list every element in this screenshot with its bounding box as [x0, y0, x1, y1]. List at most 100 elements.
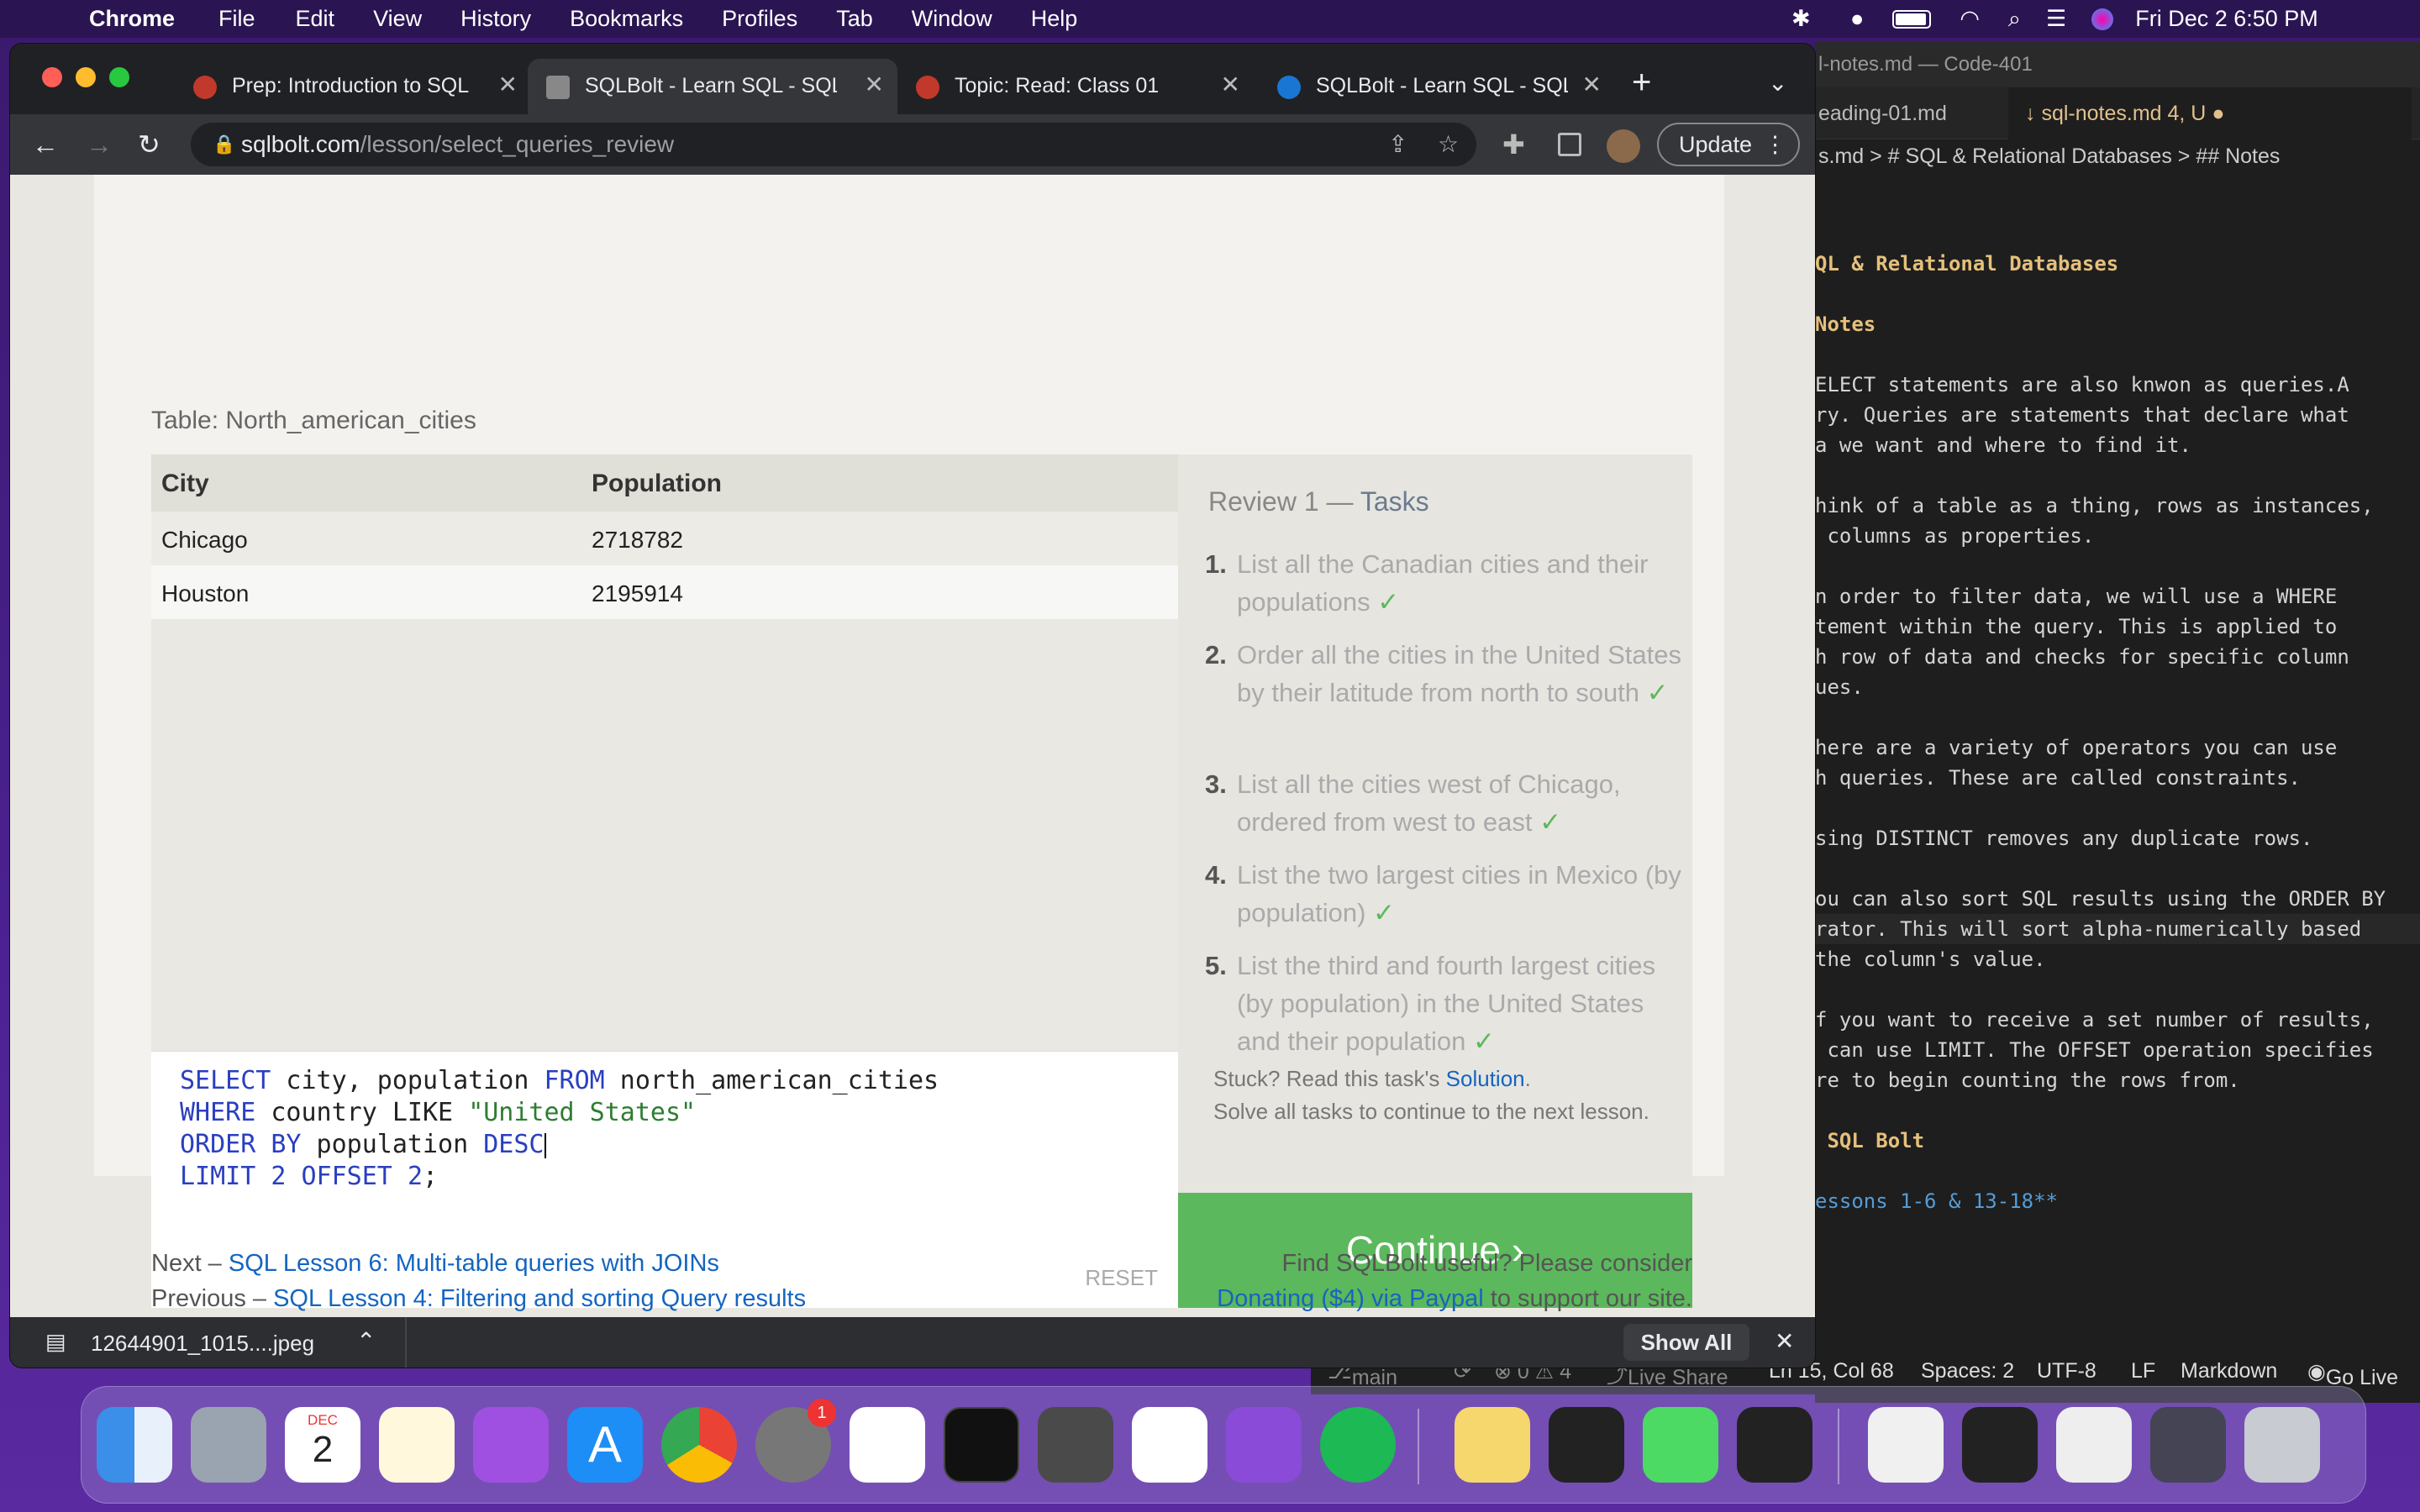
menu-help[interactable]: Help [1031, 6, 1078, 32]
status-go-live[interactable]: ◉ Go Live [2307, 1359, 2398, 1389]
back-icon[interactable]: ← [32, 128, 59, 161]
menu-bookmarks[interactable]: Bookmarks [570, 6, 683, 32]
task-number: 2. [1205, 640, 1227, 669]
menu-clock[interactable]: Fri Dec 2 6:50 PM [2135, 6, 2318, 32]
terminal-icon[interactable] [1549, 1407, 1624, 1483]
iterm-icon[interactable] [944, 1407, 1019, 1483]
extensions-icon[interactable]: ✚ [1502, 128, 1525, 161]
task-text: List the third and fourth largest cities… [1237, 951, 1655, 1056]
solution-link[interactable]: Solution [1446, 1066, 1525, 1091]
recent-window-icon[interactable] [1962, 1407, 2038, 1483]
sublime-text-icon[interactable] [1038, 1407, 1113, 1483]
vscode-tab-sql-notes[interactable]: ↓ sql-notes.md 4, U ● [2008, 87, 2412, 139]
system-settings-icon[interactable]: 1 [755, 1399, 836, 1483]
vscode-tab-reading[interactable]: eading-01.md [1815, 87, 1991, 139]
vscode-code-line: h row of data and checks for specific co… [1815, 645, 2349, 669]
download-bar: ▤ 12644901_1015....jpeg ⌃ Show All ✕ [10, 1317, 1815, 1368]
vscode-code-line: can use LIMIT. The OFFSET operation spec… [1815, 1038, 2374, 1062]
recent-window-icon[interactable] [2056, 1407, 2132, 1483]
close-download-bar-icon[interactable]: ✕ [1775, 1327, 1794, 1355]
menu-tab[interactable]: Tab [836, 6, 873, 32]
bookmark-star-icon[interactable]: ☆ [1438, 123, 1459, 166]
address-bar[interactable]: 🔒 sqlbolt.com/lesson/select_queries_revi… [191, 123, 1476, 166]
calendar-icon[interactable]: DEC 2 [285, 1407, 360, 1483]
search-icon[interactable]: ⌕ [2008, 6, 2021, 33]
task-number: 1. [1205, 549, 1227, 579]
recent-window-icon[interactable] [2150, 1407, 2226, 1483]
bluetooth-icon[interactable]: ✱ [1791, 6, 1825, 32]
minimize-window-button[interactable] [76, 67, 96, 87]
chrome-icon[interactable] [661, 1407, 737, 1483]
trash-icon[interactable] [2244, 1407, 2320, 1483]
tab-search-icon[interactable]: ⌄ [1768, 69, 1787, 97]
donate-link[interactable]: Donating ($4) via Paypal [1217, 1285, 1484, 1312]
menu-profiles[interactable]: Profiles [722, 6, 797, 32]
obs-icon[interactable] [1737, 1407, 1812, 1483]
sql-text: country LIKE [255, 1098, 469, 1127]
vscode-editor[interactable]: QL & Relational Databases Notes ELECT stat… [1815, 249, 2420, 1216]
stickies-icon[interactable] [1455, 1407, 1530, 1483]
status-spaces[interactable]: Spaces: 2 [1921, 1359, 2014, 1383]
status-eol[interactable]: LF [2131, 1359, 2155, 1383]
tab-sqlbolt-active[interactable]: SQLBolt - Learn SQL - SQL ✕ [528, 59, 897, 114]
launchpad-icon[interactable] [191, 1407, 266, 1483]
podcasts-icon[interactable] [473, 1407, 549, 1483]
next-lesson-link[interactable]: SQL Lesson 6: Multi-table queries with J… [229, 1250, 719, 1277]
finder-icon[interactable] [97, 1407, 172, 1483]
forward-icon[interactable]: → [86, 128, 113, 161]
update-label: Update [1679, 132, 1753, 157]
control-center-icon[interactable]: ☰ [2046, 6, 2066, 32]
notes-icon[interactable] [379, 1407, 455, 1483]
chevron-up-icon[interactable]: ⌃ [356, 1327, 376, 1355]
tab-sqlbolt-2[interactable]: SQLBolt - Learn SQL - SQL ✕ [1259, 59, 1615, 114]
close-tab-icon[interactable]: ✕ [498, 71, 518, 98]
csv-file-icon[interactable] [1868, 1407, 1944, 1483]
status-encoding[interactable]: UTF-8 [2037, 1359, 2096, 1383]
review-tasks-panel: Review 1 — Tasks 1. List all the Canadian… [1178, 454, 1692, 1194]
download-file-name[interactable]: 12644901_1015....jpeg [91, 1331, 314, 1357]
menu-app-name[interactable]: Chrome [89, 6, 175, 32]
previous-lesson-link[interactable]: SQL Lesson 4: Filtering and sorting Quer… [273, 1285, 806, 1312]
slack-icon[interactable] [850, 1407, 925, 1483]
reset-button[interactable]: RESET [1085, 1265, 1158, 1291]
app-store-icon[interactable]: A [567, 1407, 643, 1483]
page-content: Table: North_american_cities City Popula… [10, 175, 1815, 1317]
menu-window[interactable]: Window [912, 6, 992, 32]
user-icon[interactable]: ● [1850, 6, 1864, 32]
wifi-icon[interactable]: ◠ [1960, 6, 1980, 32]
zoom-window-button[interactable] [109, 67, 129, 87]
vscode-code-line: hink of a table as a thing, rows as inst… [1815, 494, 2374, 517]
menu-file[interactable]: File [218, 6, 255, 32]
tab-topic-read-class[interactable]: Topic: Read: Class 01 ✕ [897, 59, 1254, 114]
new-tab-button[interactable]: + [1632, 64, 1651, 102]
results-table: City Population Chicago 2718782 Houston … [151, 454, 1178, 1051]
vscode-code-line [1815, 853, 2420, 884]
siri-icon[interactable] [2091, 8, 2114, 30]
spotify-icon[interactable] [1320, 1407, 1396, 1483]
close-tab-icon[interactable]: ✕ [1582, 71, 1602, 98]
menu-history[interactable]: History [460, 6, 531, 32]
profile-avatar[interactable] [1607, 129, 1640, 163]
close-tab-icon[interactable]: ✕ [865, 71, 884, 98]
update-button[interactable]: Update ⋮ [1657, 123, 1800, 166]
status-language[interactable]: Markdown [2181, 1359, 2277, 1383]
vscode-code-line: the column's value. [1815, 948, 2046, 971]
show-all-button[interactable]: Show All [1623, 1324, 1749, 1361]
messages-icon[interactable] [1643, 1407, 1718, 1483]
close-tab-icon[interactable]: ✕ [1221, 71, 1240, 98]
tab-prep-intro-sql[interactable]: Prep: Introduction to SQL ✕ [175, 59, 531, 114]
close-window-button[interactable] [42, 67, 62, 87]
reload-icon[interactable]: ↻ [138, 128, 160, 161]
sidebar-icon[interactable] [1558, 133, 1581, 156]
github-desktop-icon[interactable] [1226, 1407, 1302, 1483]
menu-edit[interactable]: Edit [296, 6, 335, 32]
vscode-breadcrumb[interactable]: s.md > # SQL & Relational Databases > ##… [1815, 139, 2420, 173]
menu-view[interactable]: View [373, 6, 422, 32]
url-domain: sqlbolt.com [241, 131, 360, 157]
vscode-icon[interactable] [1132, 1407, 1207, 1483]
share-icon[interactable]: ⇪ [1388, 123, 1407, 166]
battery-icon[interactable] [1892, 9, 1932, 29]
vscode-code-line: rator. This will sort alpha-numerically … [1815, 914, 2420, 944]
sql-number: 2 [407, 1162, 423, 1191]
text-cursor [544, 1132, 546, 1158]
